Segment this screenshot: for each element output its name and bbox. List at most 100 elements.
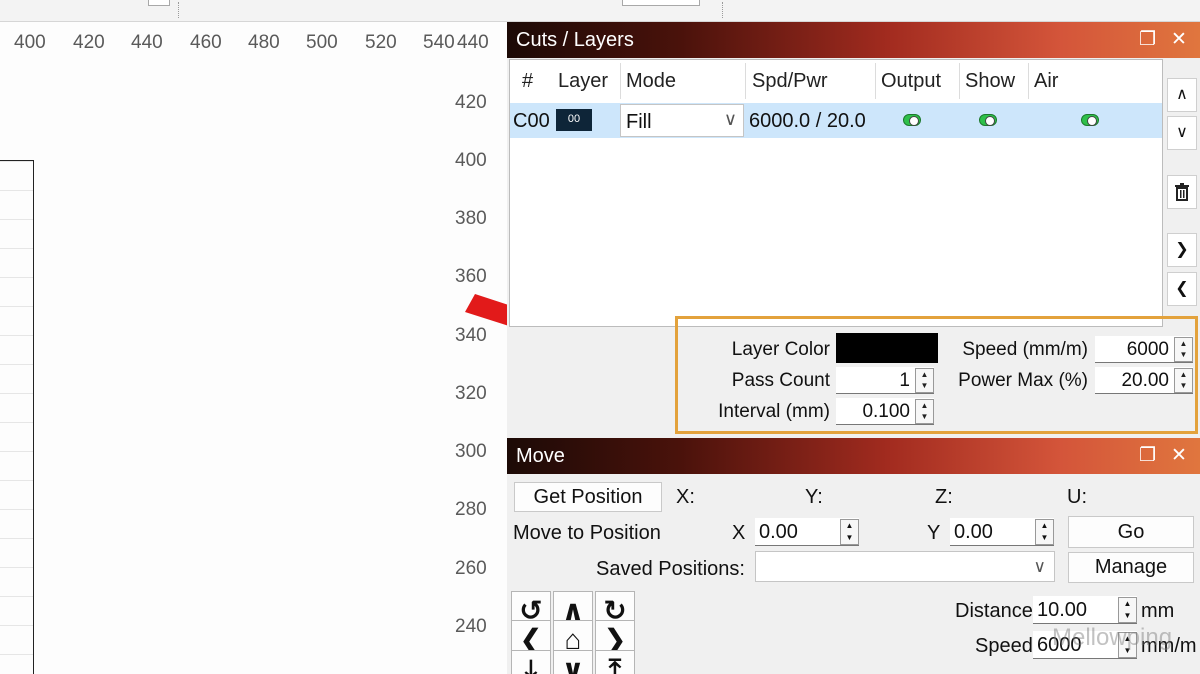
jog-speed-label: Speed <box>975 635 1033 657</box>
y-tick: 240 <box>455 616 487 637</box>
interval-spinner[interactable]: 0.100 ▲ ▼ <box>836 398 934 425</box>
y-tick: 360 <box>455 266 487 287</box>
axis-u-readout: U: <box>1067 486 1087 508</box>
output-toggle[interactable] <box>903 114 921 126</box>
workspace-canvas[interactable]: 400 420 440 460 480 500 520 540 440 420 … <box>0 22 507 674</box>
column-header-number[interactable]: # <box>522 70 533 93</box>
manage-button[interactable]: Manage <box>1068 552 1194 583</box>
x-tick: 420 <box>73 32 105 53</box>
distance-label: Distance <box>955 600 1033 622</box>
power-max-value: 20.00 <box>1121 370 1169 391</box>
layer-color-chip[interactable]: 00 <box>556 109 592 131</box>
jog-down-button[interactable]: ∨ <box>553 650 593 674</box>
layer-properties-box: Layer Color Pass Count 1 ▲ ▼ Interval (mm… <box>675 316 1198 434</box>
distance-value: 10.00 <box>1037 599 1088 621</box>
panel-title: Move <box>516 445 565 467</box>
move-to-position-label: Move to Position <box>513 522 661 544</box>
get-position-button[interactable]: Get Position <box>514 482 662 512</box>
x-tick: 400 <box>14 32 46 53</box>
y-tick: 420 <box>455 92 487 113</box>
x-label: X <box>732 522 746 544</box>
x-tick: 500 <box>306 32 338 53</box>
column-header-mode[interactable]: Mode <box>626 70 676 93</box>
x-tick: 440 <box>131 32 163 53</box>
pass-count-value: 1 <box>899 370 910 391</box>
previous-button[interactable]: ❮ <box>1167 272 1197 306</box>
y-tick: 380 <box>455 208 487 229</box>
x-position-input[interactable]: 0.00 ▲ ▼ <box>755 518 859 546</box>
axis-z-readout: Z: <box>935 486 953 508</box>
saved-positions-select[interactable]: ∨ <box>755 551 1055 582</box>
pass-count-label: Pass Count <box>731 370 830 391</box>
spinner-arrows-icon[interactable]: ▲ ▼ <box>1035 519 1054 545</box>
go-button[interactable]: Go <box>1068 516 1194 548</box>
restore-icon[interactable]: ❐ <box>1139 444 1156 467</box>
x-tick: 480 <box>248 32 280 53</box>
axis-y-readout: Y: <box>805 486 823 508</box>
distance-unit: mm <box>1141 600 1175 622</box>
x-tick: 460 <box>190 32 222 53</box>
y-tick: 260 <box>455 558 487 579</box>
speed-power-value: 6000.0 / 20.0 <box>749 110 866 132</box>
delete-layer-button[interactable] <box>1167 175 1197 209</box>
interval-value: 0.100 <box>862 401 910 422</box>
move-panel: Move ❐ ✕ Get Position X: Y: Z: U: Move t… <box>507 438 1200 674</box>
x-tick: 520 <box>365 32 397 53</box>
y-tick: 300 <box>455 441 487 462</box>
close-icon[interactable]: ✕ <box>1171 28 1187 51</box>
layer-color-label: Layer Color <box>731 339 830 360</box>
layer-color-swatch[interactable] <box>836 333 938 363</box>
mode-select[interactable]: Fill ∨ <box>620 104 744 137</box>
y-label: Y <box>927 522 941 544</box>
y-position-input[interactable]: 0.00 ▲ ▼ <box>950 518 1054 546</box>
y-position-value: 0.00 <box>954 521 993 543</box>
column-header-show[interactable]: Show <box>965 70 1015 93</box>
z-down-button[interactable]: ⤓ <box>511 650 551 674</box>
watermark: Mellowping <box>1052 624 1173 651</box>
column-header-output[interactable]: Output <box>881 70 941 93</box>
distance-input[interactable]: 10.00 ▲ ▼ <box>1033 596 1137 624</box>
move-layer-down-button[interactable]: ∨ <box>1167 116 1197 150</box>
restore-icon[interactable]: ❐ <box>1139 28 1156 51</box>
close-icon[interactable]: ✕ <box>1171 444 1187 467</box>
show-toggle[interactable] <box>979 114 997 126</box>
move-layer-up-button[interactable]: ∧ <box>1167 78 1197 112</box>
toolbar-control-stub[interactable] <box>148 0 170 6</box>
cuts-layers-panel: Cuts / Layers ❐ ✕ # Layer Mode Spd/Pwr O… <box>507 22 1200 438</box>
air-toggle[interactable] <box>1081 114 1099 126</box>
x-tick: 440 <box>457 32 489 53</box>
spinner-arrows-icon[interactable]: ▲ ▼ <box>1174 368 1193 393</box>
speed-value: 6000 <box>1126 339 1169 360</box>
toolbar-strip <box>0 0 1200 22</box>
speed-label: Speed (mm/m) <box>962 339 1088 360</box>
row-id: C00 <box>513 110 550 132</box>
power-max-spinner[interactable]: 20.00 ▲ ▼ <box>1095 367 1193 394</box>
panel-title: Cuts / Layers <box>516 29 634 51</box>
toolbar-input-stub[interactable] <box>622 0 700 6</box>
spinner-arrows-icon[interactable]: ▲ ▼ <box>840 519 859 545</box>
work-area-border <box>0 160 34 674</box>
column-separator <box>620 63 621 99</box>
table-row[interactable]: C00 00 Fill ∨ 6000.0 / 20.0 <box>510 103 1162 138</box>
column-header-air[interactable]: Air <box>1034 70 1058 93</box>
chevron-down-icon: ∨ <box>723 109 737 129</box>
column-header-spd-pwr[interactable]: Spd/Pwr <box>752 70 828 93</box>
chevron-down-icon: ∨ <box>1033 557 1046 576</box>
column-separator <box>1028 63 1029 99</box>
next-button[interactable]: ❯ <box>1167 233 1197 267</box>
spinner-arrows-icon[interactable]: ▲ ▼ <box>915 368 934 393</box>
spinner-arrows-icon[interactable]: ▲ ▼ <box>1174 337 1193 362</box>
y-tick: 280 <box>455 499 487 520</box>
pass-count-spinner[interactable]: 1 ▲ ▼ <box>836 367 934 394</box>
spinner-arrows-icon[interactable]: ▲ ▼ <box>915 399 934 424</box>
toolbar-separator <box>178 2 179 18</box>
speed-spinner[interactable]: 6000 ▲ ▼ <box>1095 336 1193 363</box>
cuts-layers-titlebar: Cuts / Layers ❐ ✕ <box>507 22 1200 58</box>
spinner-arrows-icon[interactable]: ▲ ▼ <box>1118 597 1137 623</box>
column-separator <box>875 63 876 99</box>
axis-x-readout: X: <box>676 486 695 508</box>
column-header-layer[interactable]: Layer <box>558 70 608 93</box>
interval-label: Interval (mm) <box>718 401 830 422</box>
z-up-button[interactable]: ⤒ <box>595 650 635 674</box>
x-position-value: 0.00 <box>759 521 798 543</box>
